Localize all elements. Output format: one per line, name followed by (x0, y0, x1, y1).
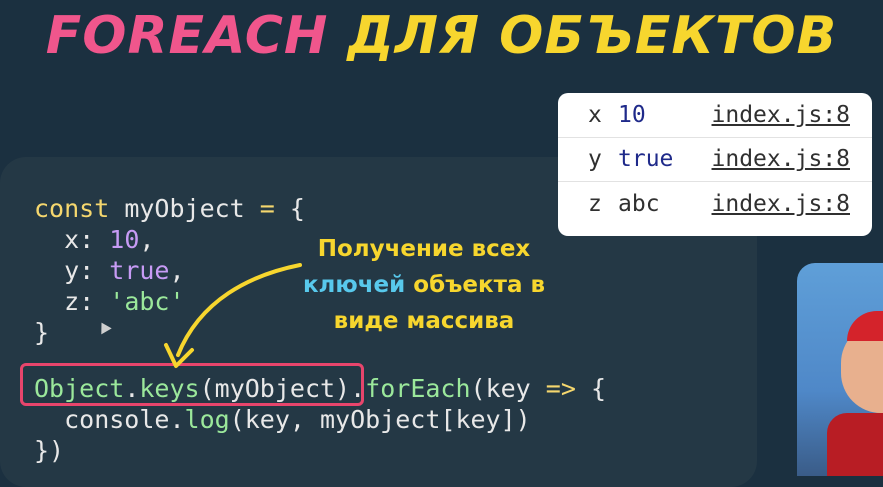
curved-arrow-icon (164, 263, 302, 368)
presenter-cap (847, 311, 883, 341)
presenter-shoulder (827, 413, 883, 476)
presenter-video (797, 263, 883, 476)
